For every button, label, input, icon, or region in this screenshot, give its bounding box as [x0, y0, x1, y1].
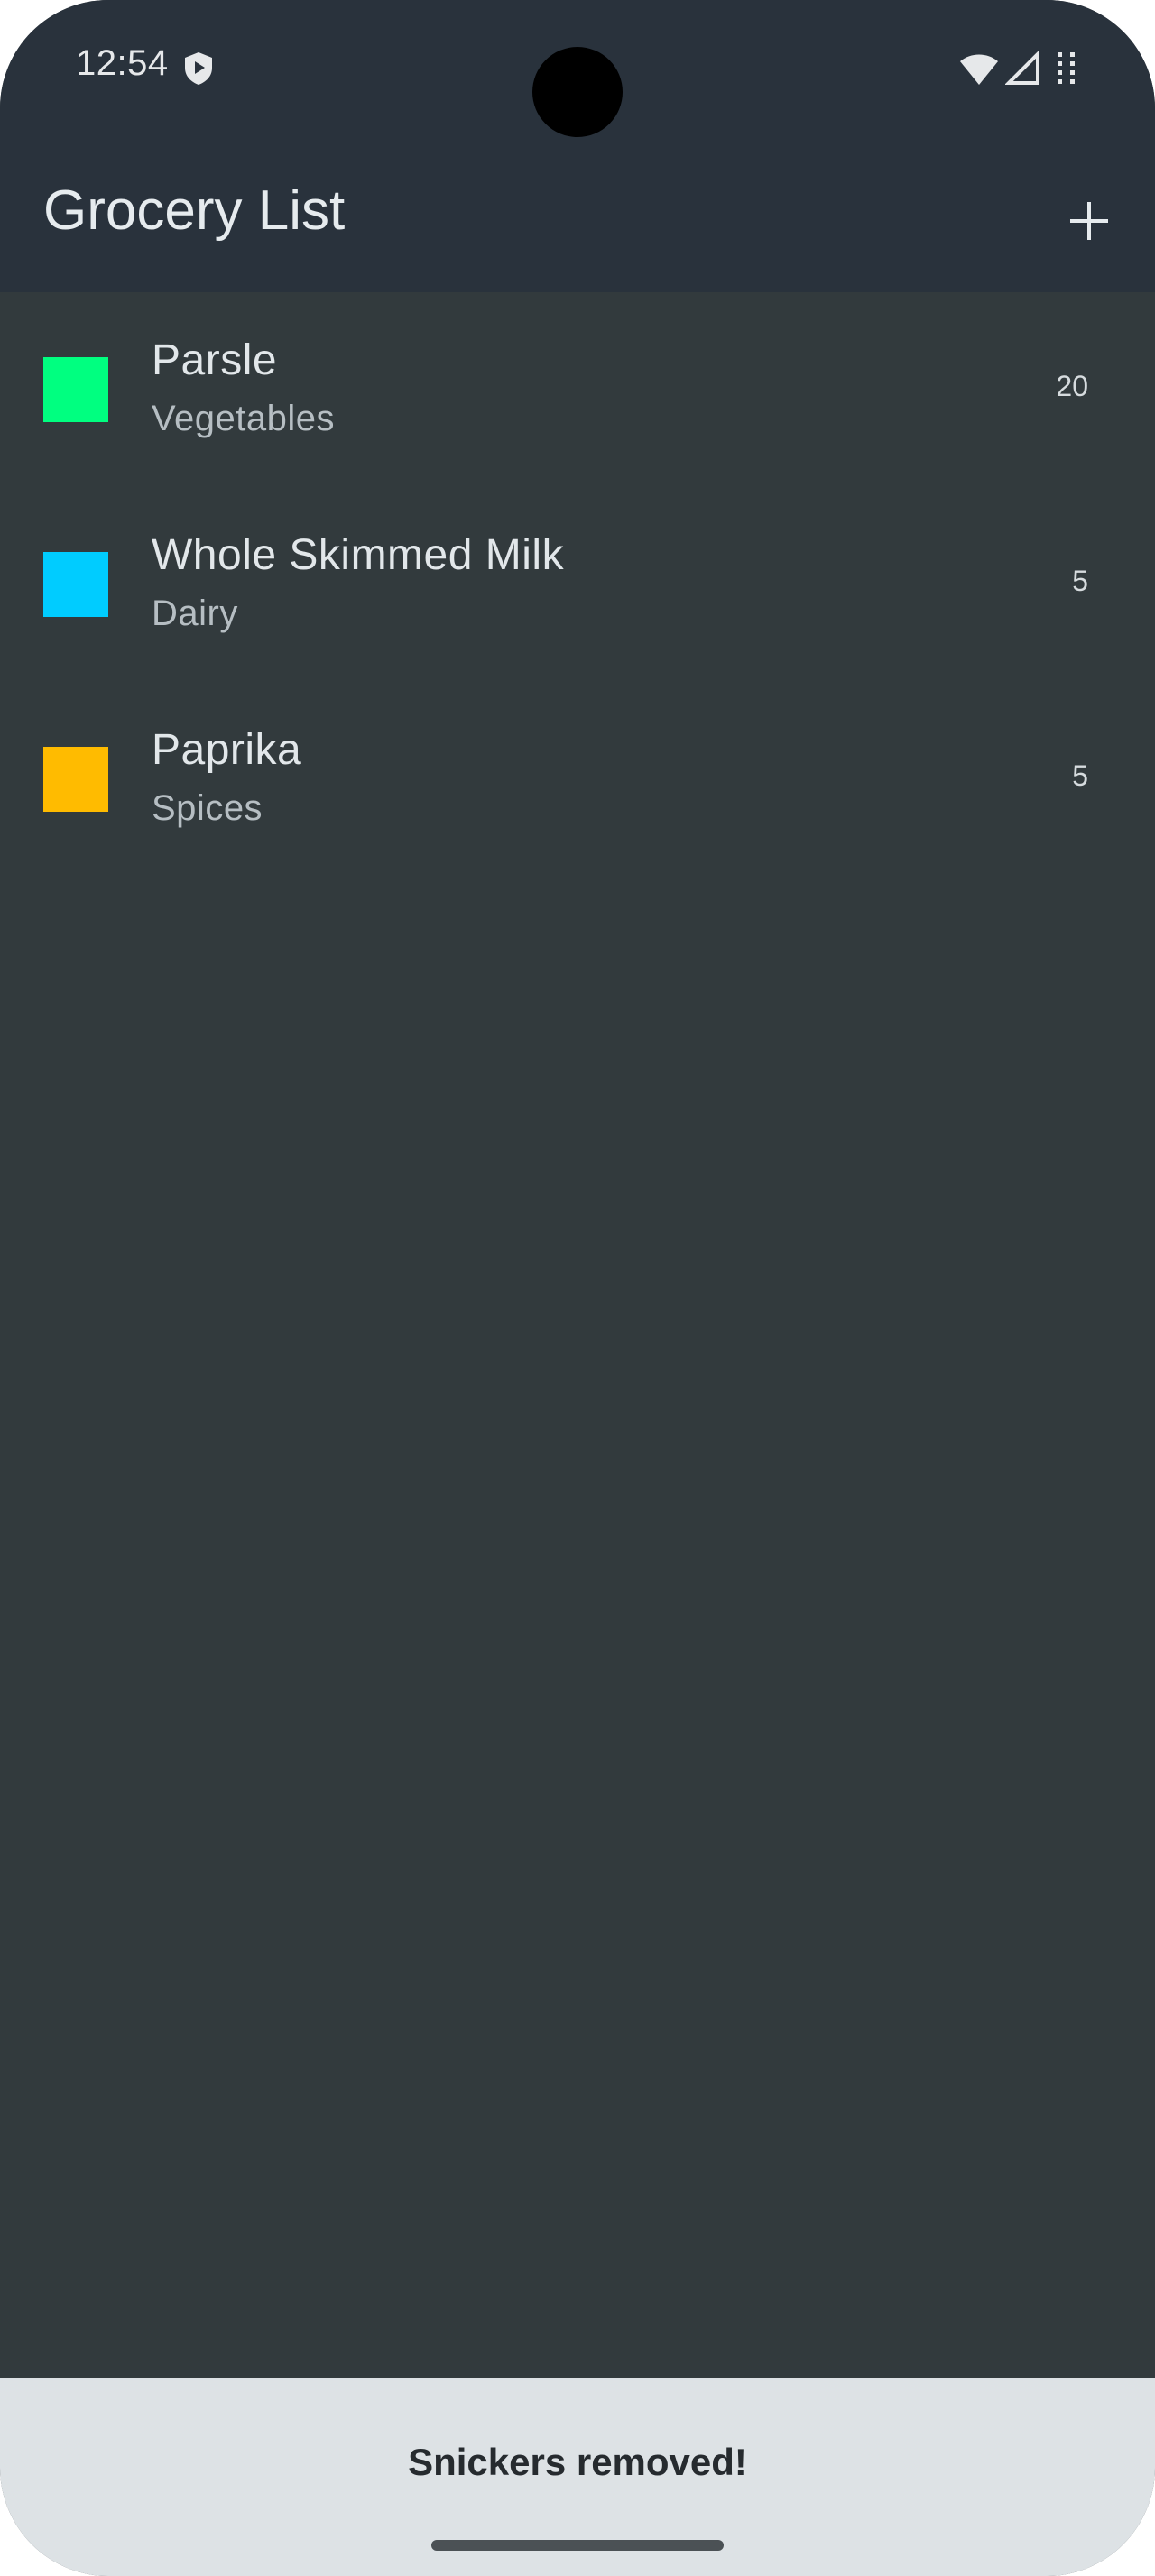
- item-category: Vegetables: [152, 399, 335, 438]
- cell-signal-icon: [1005, 51, 1040, 85]
- wifi-icon: [960, 54, 998, 85]
- phone-screen: 12:54 Grocery List Parsle Vegetables 20 …: [0, 0, 1155, 2576]
- app-bar: Grocery List: [0, 144, 1155, 292]
- status-time: 12:54: [76, 43, 169, 83]
- list-item[interactable]: Whole Skimmed Milk Dairy 5: [0, 487, 1155, 682]
- grocery-list: Parsle Vegetables 20 Whole Skimmed Milk …: [0, 292, 1155, 877]
- status-bar: 12:54: [0, 0, 1155, 144]
- snackbar-message: Snickers removed!: [408, 2441, 747, 2483]
- battery-icon: [1058, 52, 1075, 84]
- snackbar: Snickers removed!: [0, 2378, 1155, 2576]
- item-name: Whole Skimmed Milk: [152, 531, 565, 579]
- category-color-swatch: [43, 747, 108, 812]
- page-title: Grocery List: [43, 179, 346, 242]
- item-name: Paprika: [152, 726, 302, 774]
- add-item-button[interactable]: [1058, 189, 1121, 253]
- item-category: Dairy: [152, 593, 238, 633]
- camera-cutout: [532, 47, 623, 137]
- item-quantity: 5: [1072, 565, 1088, 597]
- category-color-swatch: [43, 552, 108, 617]
- list-item[interactable]: Paprika Spices 5: [0, 682, 1155, 877]
- home-indicator[interactable]: [431, 2540, 724, 2551]
- item-quantity: 5: [1072, 759, 1088, 792]
- list-item[interactable]: Parsle Vegetables 20: [0, 292, 1155, 487]
- plus-icon: [1070, 202, 1108, 240]
- item-name: Parsle: [152, 336, 278, 384]
- item-category: Spices: [152, 788, 263, 828]
- shield-icon: [185, 52, 212, 85]
- category-color-swatch: [43, 357, 108, 422]
- item-quantity: 20: [1056, 370, 1088, 402]
